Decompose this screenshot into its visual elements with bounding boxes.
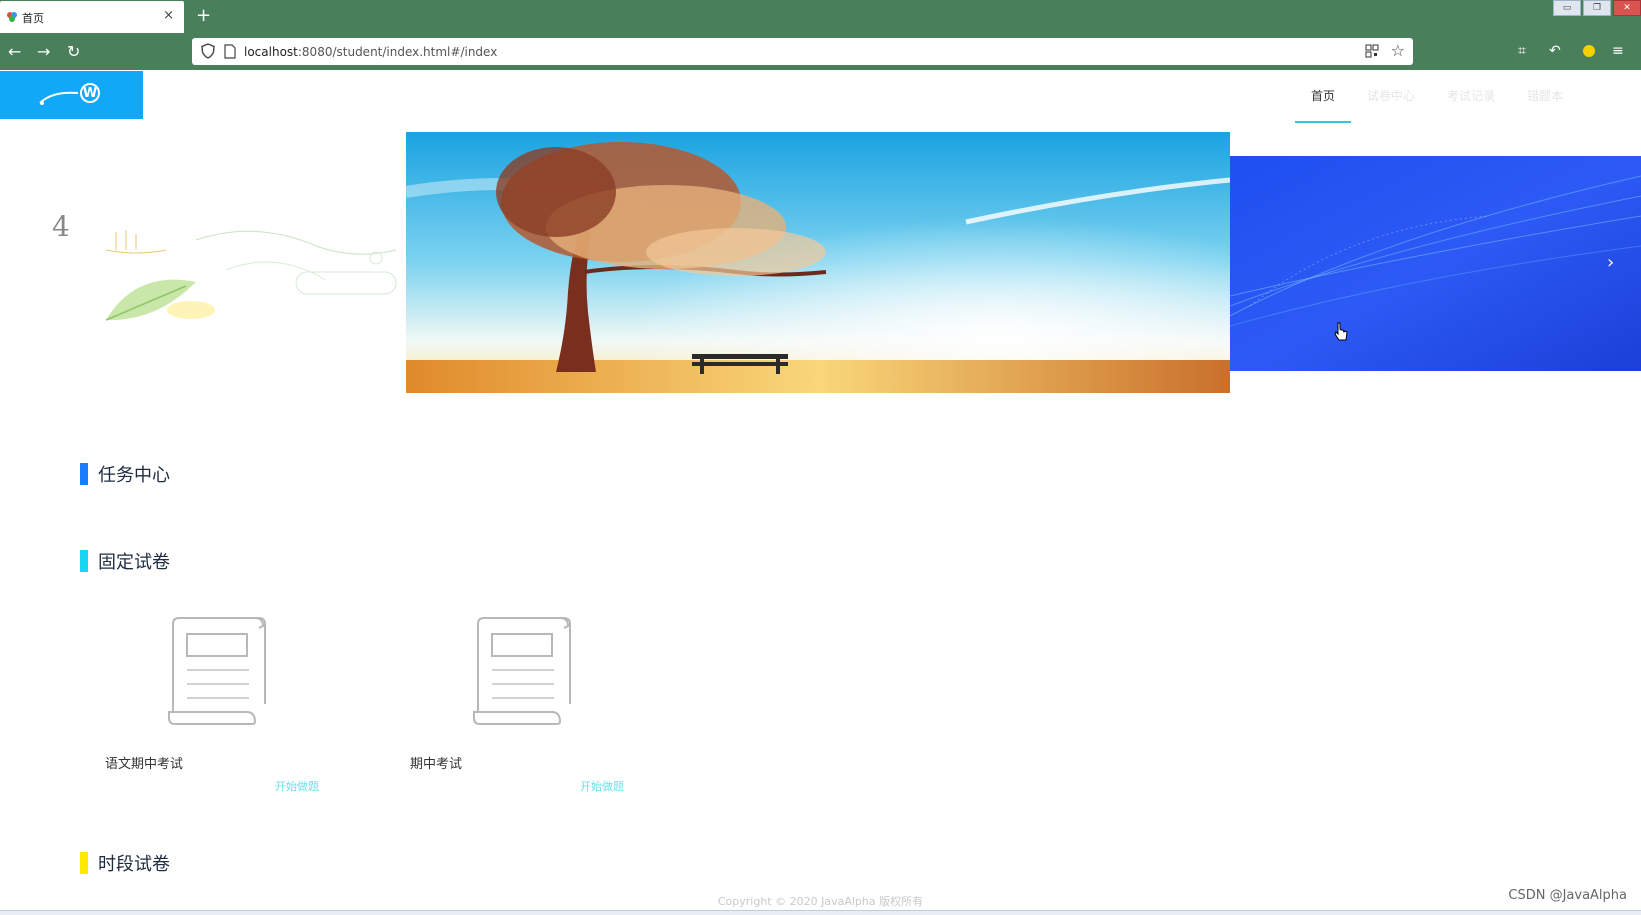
nav-wrong-questions[interactable]: 错题本 [1511,71,1579,121]
slide-number: 4 [52,210,70,243]
start-exam-link[interactable]: 开始做题 [580,778,624,794]
window-close-button[interactable]: ✕ [1613,0,1641,16]
undo-icon[interactable]: ↶ [1549,43,1561,59]
site-logo[interactable]: W [0,71,143,119]
section-accent-bar [80,550,88,572]
screenshot-icon[interactable]: ⌗ [1518,43,1526,59]
paper-card: 语文期中考试 开始做题 [105,614,335,794]
page-icon [224,44,236,59]
site-header: W 首页 试卷中心 考试记录 错题本 [0,71,1641,123]
carousel-slide-previous[interactable]: 4 [30,210,406,322]
section-accent-bar [80,463,88,485]
logo-swoosh-icon [39,91,79,105]
start-exam-link[interactable]: 开始做题 [275,778,319,794]
main-nav: 首页 试卷中心 考试记录 错题本 [1294,71,1579,123]
section-title-text: 时段试卷 [98,854,170,875]
new-tab-button[interactable]: + [196,5,211,26]
os-taskbar [0,910,1641,915]
window-controls: ▭ ❐ ✕ [1551,0,1641,16]
qr-code-icon[interactable] [1365,44,1379,58]
carousel-slide-active[interactable] [406,132,1230,393]
exam-paper-icon [168,617,266,725]
address-bar[interactable]: localhost:8080/student/index.html#/index… [192,38,1413,65]
url-text: localhost:8080/student/index.html#/index [244,45,498,59]
browser-toolbar: ← → ↻ localhost:8080/student/index.html#… [0,34,1641,70]
paper-name: 期中考试 [410,757,463,772]
section-fixed-papers: 固定试卷 [80,550,170,573]
menu-icon[interactable]: ≡ [1612,43,1624,59]
forward-icon[interactable]: → [37,42,50,61]
tab-favicon-icon [7,12,17,22]
paper-name: 语文期中考试 [105,757,184,772]
extension-icon[interactable] [1583,45,1595,57]
blue-abstract-banner [1230,156,1641,371]
section-timed-papers: 时段试卷 [80,852,170,875]
banner-carousel: 4 › [0,132,1641,394]
nav-exam-records[interactable]: 考试记录 [1431,71,1511,121]
chevron-right-icon[interactable]: › [1607,252,1614,273]
restore-button[interactable]: ❐ [1583,0,1611,16]
browser-tab[interactable]: 首页 × [0,1,184,33]
exam-paper-icon [473,617,571,725]
section-accent-bar [80,852,88,874]
star-icon[interactable]: ☆ [1391,41,1405,60]
minimize-button[interactable]: ▭ [1553,0,1581,16]
carousel-slide-next[interactable] [1230,156,1641,371]
wordpress-logo-icon: W [80,83,100,103]
nav-paper-center[interactable]: 试卷中心 [1351,71,1431,121]
section-title-text: 任务中心 [98,465,170,486]
back-icon[interactable]: ← [8,42,21,61]
leaf-illustration [105,230,397,321]
tab-title: 首页 [22,12,44,25]
shield-icon [201,43,215,59]
browser-tab-bar: 首页 × + ▭ ❐ ✕ [0,0,1641,34]
tree-bench-photo [406,132,1230,393]
csdn-watermark: CSDN @JavaAlpha [1508,888,1627,903]
section-title-text: 固定试卷 [98,552,170,573]
tab-close-button[interactable]: × [163,8,174,23]
nav-home[interactable]: 首页 [1294,71,1351,123]
reload-icon[interactable]: ↻ [67,42,80,61]
paper-card: 期中考试 开始做题 [410,614,640,794]
pointer-cursor-icon [1334,322,1348,341]
section-task-center: 任务中心 [80,463,170,486]
footer-copyright: Copyright © 2020 JavaAlpha 版权所有 [717,895,924,908]
